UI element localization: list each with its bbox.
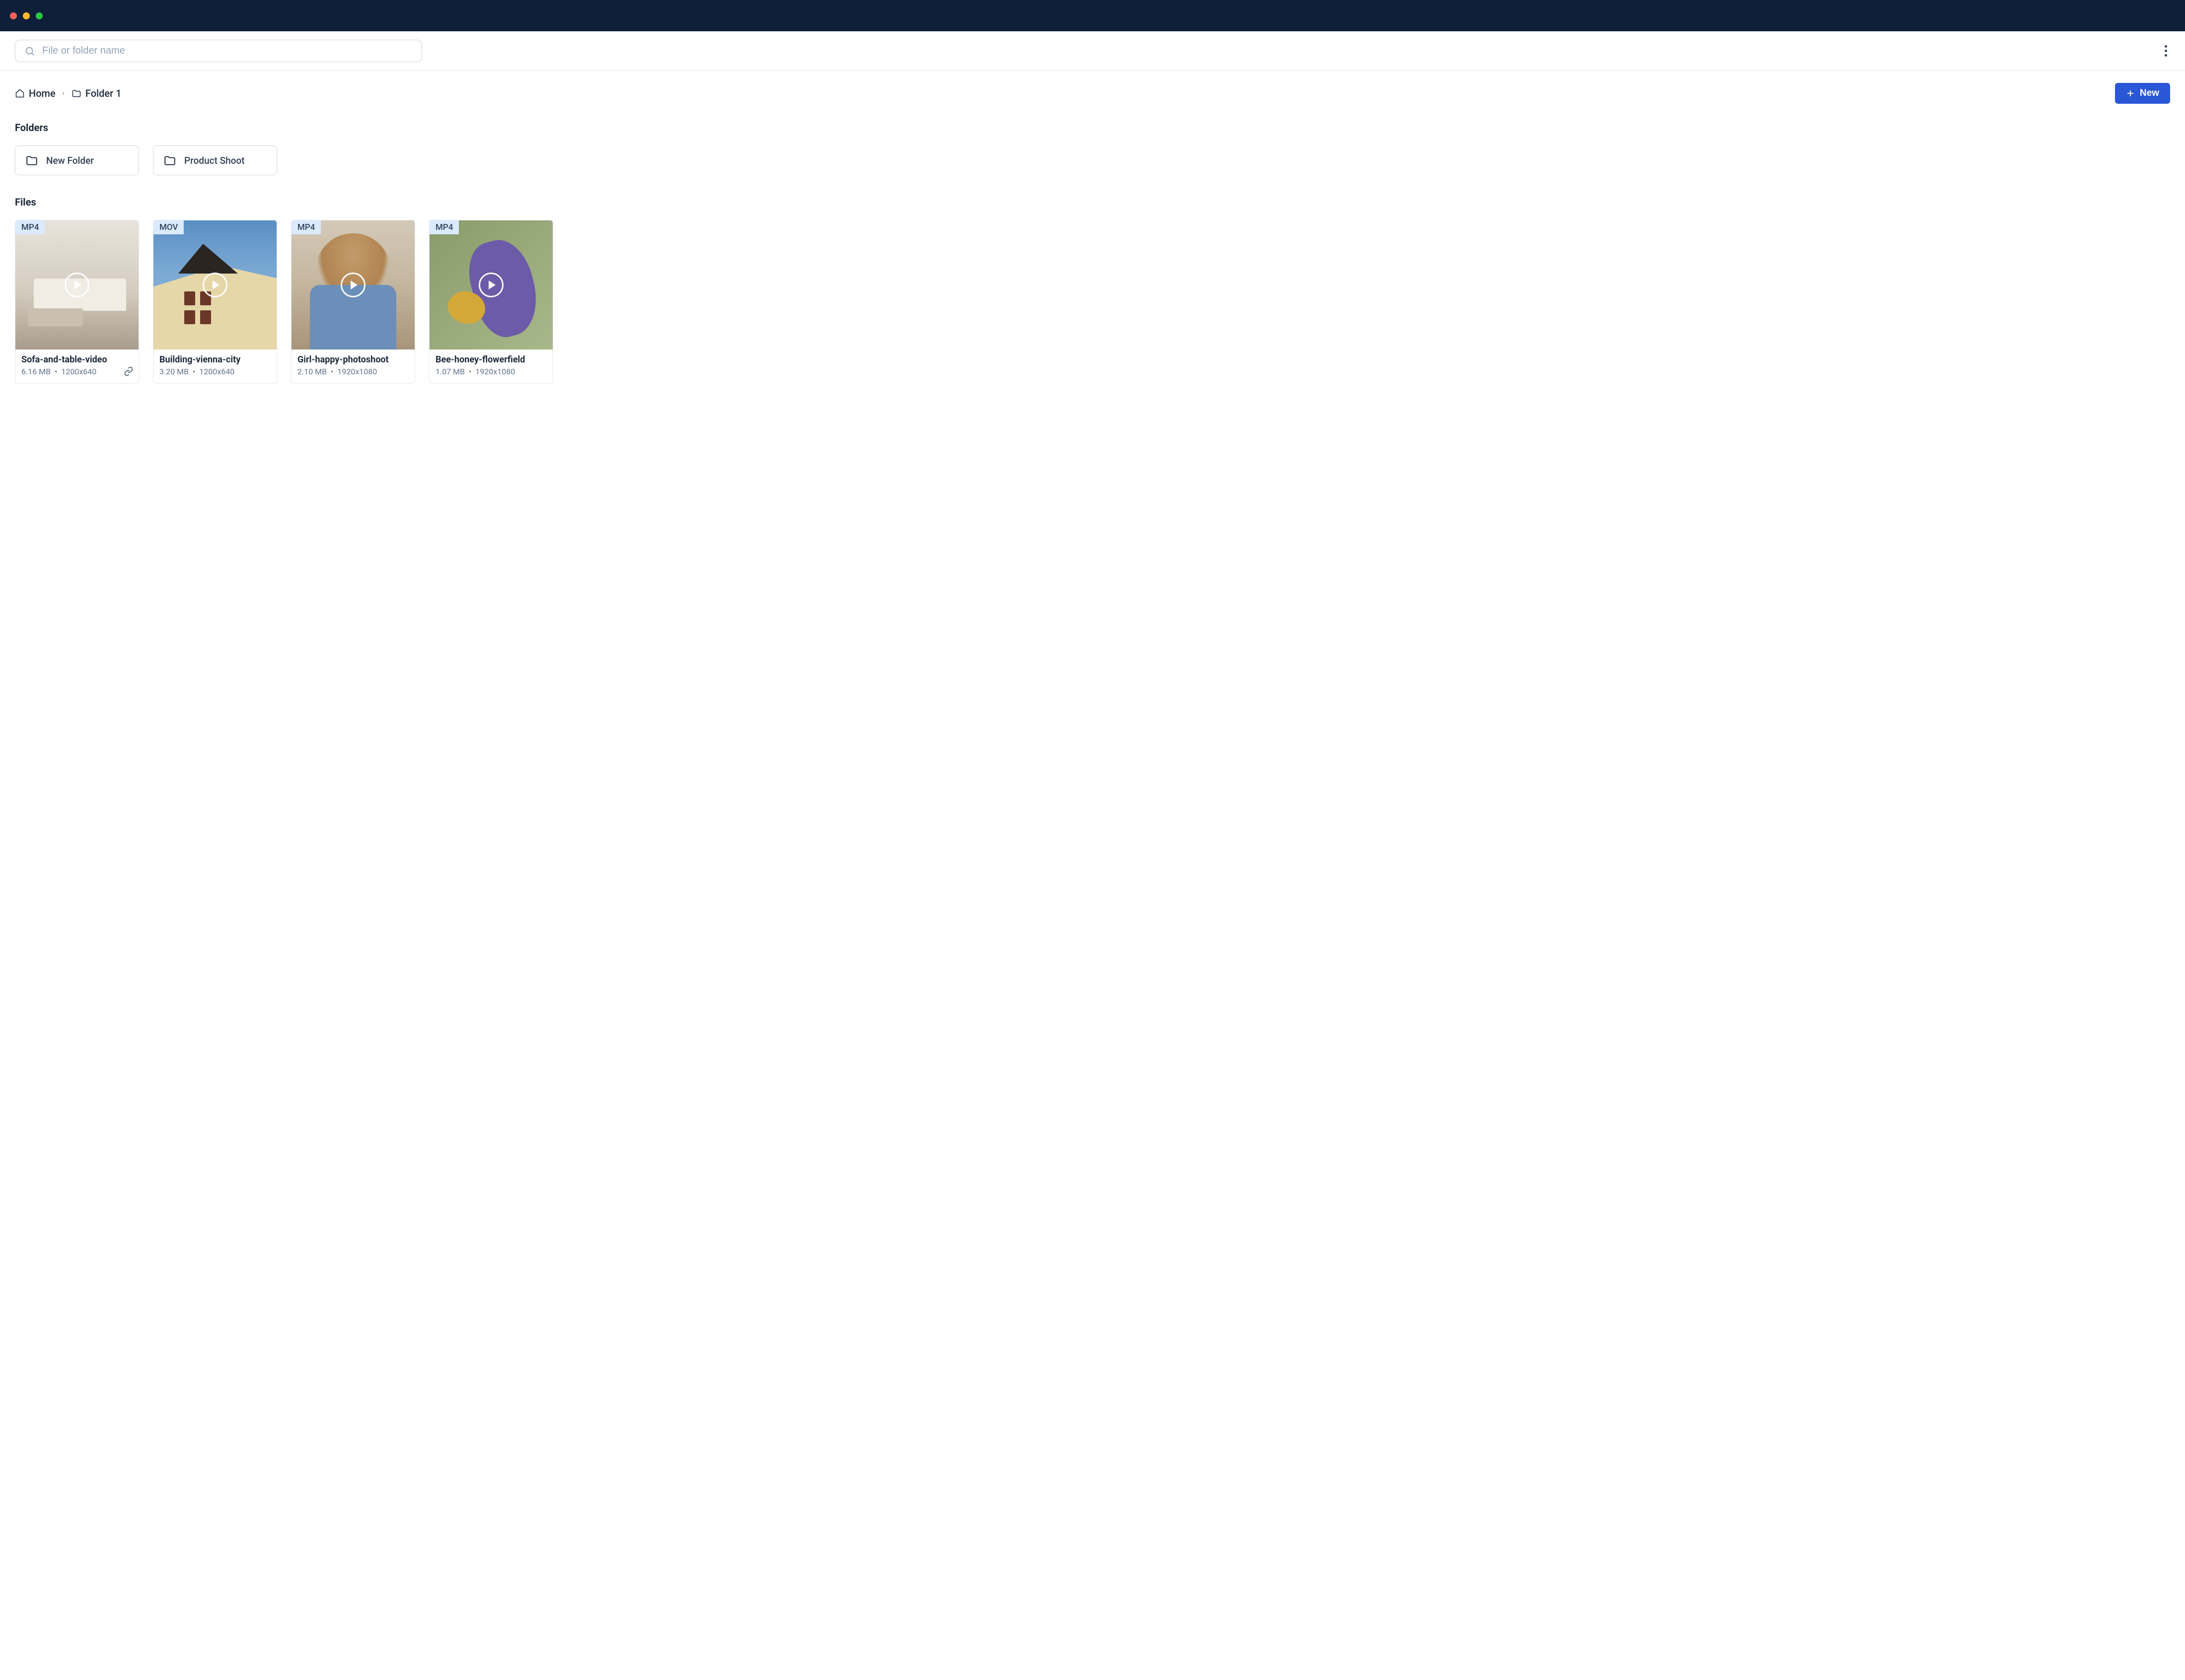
window-maximize-button[interactable] bbox=[36, 12, 43, 19]
breadcrumb: Home › Folder 1 bbox=[15, 87, 122, 99]
more-options-button[interactable] bbox=[2162, 42, 2170, 60]
format-badge: MP4 bbox=[15, 220, 45, 234]
file-thumbnail: MP4 bbox=[430, 220, 553, 350]
folder-name: Product Shoot bbox=[184, 155, 245, 166]
file-size: 6.16 MB bbox=[21, 367, 51, 376]
chevron-right-icon: › bbox=[63, 89, 65, 97]
file-size: 1.07 MB bbox=[436, 367, 465, 376]
folder-icon bbox=[163, 154, 176, 167]
home-icon bbox=[15, 88, 25, 98]
meta-separator: • bbox=[331, 367, 333, 376]
file-size: 2.10 MB bbox=[297, 367, 327, 376]
file-title: Sofa-and-table-video bbox=[21, 354, 133, 365]
file-size: 3.20 MB bbox=[159, 367, 189, 376]
file-card[interactable]: MP4 Girl-happy-photoshoot 2.10 MB • 1920… bbox=[291, 220, 415, 384]
meta-separator: • bbox=[55, 367, 57, 376]
link-icon bbox=[124, 366, 134, 376]
titlebar bbox=[0, 0, 2185, 31]
search-input[interactable] bbox=[42, 45, 413, 57]
new-button[interactable]: New bbox=[2115, 83, 2170, 104]
meta-separator: • bbox=[193, 367, 195, 376]
file-dimensions: 1200x640 bbox=[61, 367, 96, 376]
file-card[interactable]: MP4 Sofa-and-table-video 6.16 MB • 1200x… bbox=[15, 220, 139, 384]
play-icon bbox=[479, 273, 504, 297]
new-button-label: New bbox=[2140, 88, 2159, 99]
folder-name: New Folder bbox=[46, 155, 94, 166]
plus-icon bbox=[2126, 89, 2135, 98]
folders-section-title: Folders bbox=[15, 122, 2170, 134]
format-badge: MP4 bbox=[291, 220, 321, 234]
file-card[interactable]: MP4 Bee-honey-flowerfield 1.07 MB • 1920… bbox=[429, 220, 553, 384]
file-dimensions: 1920x1080 bbox=[475, 367, 515, 376]
format-badge: MP4 bbox=[430, 220, 459, 234]
content-area: Home › Folder 1 New Folders bbox=[0, 71, 2185, 396]
copy-link-button[interactable] bbox=[124, 366, 134, 378]
search-icon bbox=[24, 46, 35, 57]
play-icon bbox=[65, 273, 89, 297]
files-grid: MP4 Sofa-and-table-video 6.16 MB • 1200x… bbox=[15, 220, 2170, 384]
breadcrumb-home-label: Home bbox=[29, 87, 56, 99]
file-thumbnail: MOV bbox=[153, 220, 277, 350]
window-minimize-button[interactable] bbox=[23, 12, 30, 19]
file-thumbnail: MP4 bbox=[15, 220, 139, 350]
toolbar bbox=[0, 31, 2185, 71]
file-card[interactable]: MOV Building-vienna-city 3.20 MB • 1200x… bbox=[153, 220, 277, 384]
file-dimensions: 1920x1080 bbox=[337, 367, 377, 376]
folder-icon bbox=[25, 154, 38, 167]
breadcrumb-current-label: Folder 1 bbox=[85, 87, 122, 99]
files-section-title: Files bbox=[15, 196, 2170, 208]
file-title: Building-vienna-city bbox=[159, 354, 271, 365]
file-meta: 3.20 MB • 1200x640 bbox=[159, 367, 271, 376]
file-title: Girl-happy-photoshoot bbox=[297, 354, 409, 365]
window-close-button[interactable] bbox=[10, 12, 17, 19]
play-icon bbox=[203, 273, 227, 297]
file-thumbnail: MP4 bbox=[291, 220, 415, 350]
file-info: Building-vienna-city 3.20 MB • 1200x640 bbox=[153, 350, 277, 383]
file-meta: 2.10 MB • 1920x1080 bbox=[297, 367, 409, 376]
folder-card[interactable]: New Folder bbox=[15, 145, 139, 175]
play-icon bbox=[341, 273, 365, 297]
folders-grid: New Folder Product Shoot bbox=[15, 145, 2170, 175]
breadcrumb-home[interactable]: Home bbox=[15, 87, 56, 99]
format-badge: MOV bbox=[153, 220, 184, 234]
file-dimensions: 1200x640 bbox=[199, 367, 234, 376]
folder-card[interactable]: Product Shoot bbox=[153, 145, 277, 175]
search-container[interactable] bbox=[15, 40, 422, 62]
file-title: Bee-honey-flowerfield bbox=[436, 354, 547, 365]
more-vertical-icon bbox=[2165, 45, 2167, 57]
header-row: Home › Folder 1 New bbox=[15, 83, 2170, 104]
file-info: Girl-happy-photoshoot 2.10 MB • 1920x108… bbox=[291, 350, 415, 383]
file-info: Bee-honey-flowerfield 1.07 MB • 1920x108… bbox=[430, 350, 553, 383]
file-meta: 1.07 MB • 1920x1080 bbox=[436, 367, 547, 376]
breadcrumb-current[interactable]: Folder 1 bbox=[72, 87, 122, 99]
folder-icon bbox=[72, 88, 81, 98]
file-info: Sofa-and-table-video 6.16 MB • 1200x640 bbox=[15, 350, 139, 383]
meta-separator: • bbox=[469, 367, 471, 376]
app-window: Home › Folder 1 New Folders bbox=[0, 0, 2185, 1680]
file-meta: 6.16 MB • 1200x640 bbox=[21, 367, 133, 376]
